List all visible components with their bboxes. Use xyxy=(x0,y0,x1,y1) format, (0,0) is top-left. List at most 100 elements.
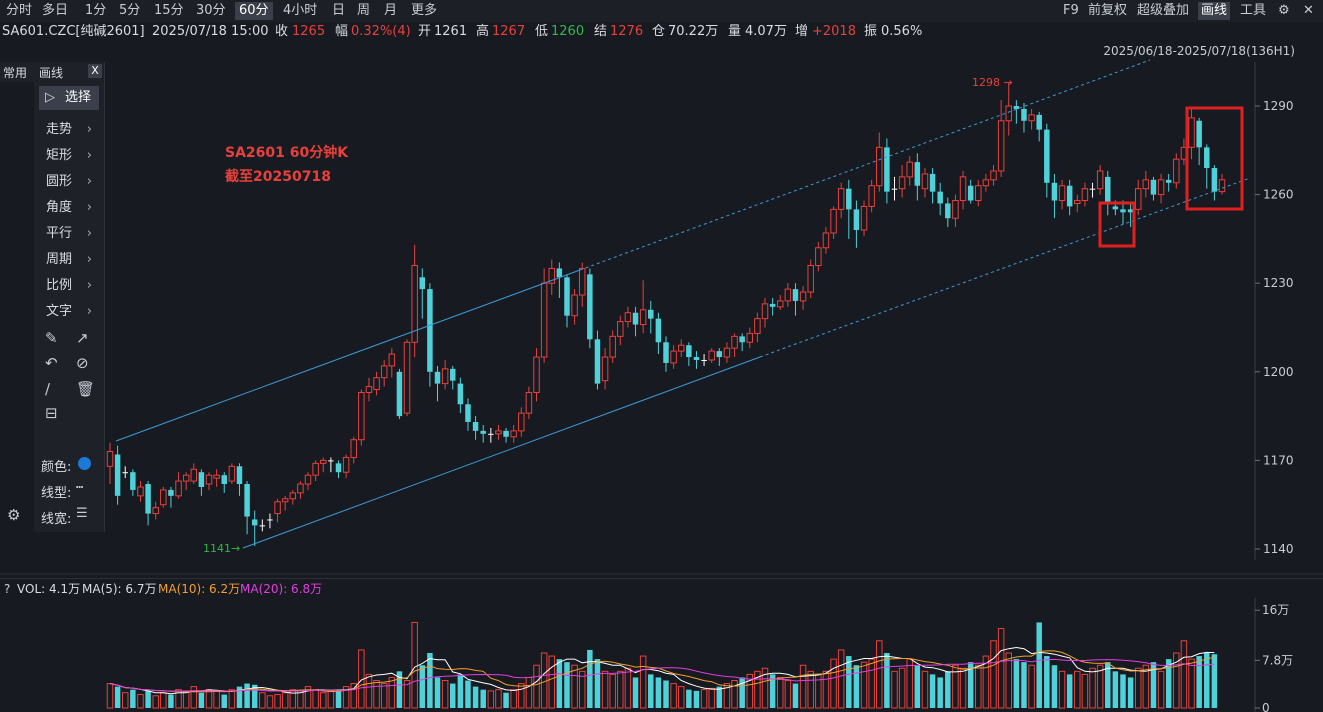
undo-icon[interactable]: ↶ xyxy=(45,354,58,372)
candle-body xyxy=(982,179,990,187)
tool-trend[interactable]: 走势 › xyxy=(46,121,96,139)
volume-bar xyxy=(868,658,875,709)
volume-bar xyxy=(472,686,479,708)
volume-bar xyxy=(380,683,388,709)
channel-lower-line xyxy=(242,356,761,549)
hide-icon[interactable]: ⊘ xyxy=(76,354,89,372)
channel-lower-dashed xyxy=(759,177,1251,358)
volume-bar xyxy=(503,692,509,708)
tab-common[interactable]: 常用 xyxy=(3,64,27,81)
settings-icon[interactable]: ⚙ xyxy=(7,506,20,524)
volume-bar xyxy=(1120,674,1126,708)
candle-body xyxy=(1105,176,1111,204)
volume-bar xyxy=(945,671,951,708)
candle-body xyxy=(670,350,677,364)
price-tick-label: 1230 xyxy=(1263,276,1294,290)
volume-bar xyxy=(937,677,943,708)
tool-parallel[interactable]: 平行 › xyxy=(46,225,96,243)
candle-body xyxy=(182,474,190,482)
candle-body xyxy=(365,386,373,393)
volume-bar xyxy=(130,689,136,708)
tool-ratio[interactable]: 比例 › xyxy=(46,277,96,295)
volume-bar xyxy=(198,692,205,708)
candle-body xyxy=(868,185,875,207)
volume-bar xyxy=(510,689,517,709)
chevron-right-icon: › xyxy=(86,278,92,293)
color-swatch[interactable] xyxy=(78,457,91,470)
candle-body xyxy=(419,277,426,290)
volume-bar xyxy=(518,683,525,709)
brush-icon[interactable]: ∕ xyxy=(45,380,50,398)
candle-body xyxy=(540,282,548,358)
candle-body xyxy=(853,209,860,231)
candle-body xyxy=(244,484,250,517)
candle-body xyxy=(1157,179,1165,196)
candle-body xyxy=(997,120,1005,172)
candle-body xyxy=(624,312,632,323)
volume-bar xyxy=(693,690,700,708)
volume-bar xyxy=(822,670,830,709)
tool-label: 圆形 xyxy=(46,174,73,189)
volume-bar xyxy=(540,652,548,709)
tool-circle[interactable]: 圆形 › xyxy=(46,173,96,191)
candle-body xyxy=(274,501,281,515)
candle-body xyxy=(1081,188,1089,202)
candle-body xyxy=(122,472,128,474)
candle-body xyxy=(175,480,182,497)
help-icon[interactable]: ? xyxy=(4,579,10,599)
candle-body xyxy=(480,430,486,434)
volume-bar xyxy=(587,649,593,708)
pencil-icon[interactable]: ✎ xyxy=(45,329,58,347)
tool-angle[interactable]: 角度 › xyxy=(46,199,96,217)
candle-body xyxy=(822,232,830,249)
tool-label: 比例 xyxy=(46,278,73,293)
trash-icon[interactable]: 🗑 xyxy=(76,380,95,398)
volume-bar xyxy=(121,692,129,709)
tool-text[interactable]: 文字 › xyxy=(46,303,96,321)
tool-rectangle[interactable]: 矩形 › xyxy=(46,147,96,165)
candle-body xyxy=(846,188,852,210)
ma5-label: MA(5): 6.7万 xyxy=(82,582,157,596)
tab-draw[interactable]: 画线 xyxy=(39,64,63,81)
volume-bar xyxy=(975,664,982,709)
lock-icon[interactable]: ⊟ xyxy=(45,404,58,422)
volume-bar xyxy=(1074,670,1081,709)
low-marker-label: 1141→ xyxy=(203,542,240,555)
arrow-icon[interactable]: ↗ xyxy=(76,329,89,347)
price-tick-label: 1170 xyxy=(1263,453,1294,467)
tool-cycle[interactable]: 周期 › xyxy=(46,251,96,269)
price-tick-label: 1200 xyxy=(1263,365,1294,379)
candle-body xyxy=(1173,158,1180,184)
candle-body xyxy=(594,339,601,384)
candle-body xyxy=(221,475,227,485)
volume-bar xyxy=(624,667,632,709)
volume-bar xyxy=(594,659,601,708)
volume-bar xyxy=(700,689,708,709)
select-tool-button[interactable]: ▷ 选择 xyxy=(39,86,99,110)
candle-body xyxy=(441,368,449,385)
volume-bar xyxy=(205,689,213,709)
volume-bar xyxy=(152,695,159,709)
tool-label: 角度 xyxy=(46,200,73,215)
candle-body xyxy=(1005,105,1012,122)
candle-body xyxy=(312,462,319,476)
volume-bar xyxy=(632,677,639,708)
volume-bar xyxy=(853,665,860,708)
line-type-icon[interactable]: ┅ xyxy=(76,480,83,494)
line-width-icon[interactable]: ☰ xyxy=(76,506,88,521)
volume-bar xyxy=(959,667,967,709)
candle-body xyxy=(427,289,433,372)
candle-body xyxy=(472,422,479,431)
volume-bar xyxy=(830,658,837,709)
candle-body xyxy=(952,200,959,219)
chevron-right-icon: › xyxy=(86,122,92,137)
panel-close-button[interactable]: X xyxy=(88,64,102,78)
channel-upper-dashed xyxy=(579,59,1151,271)
candle-body xyxy=(488,433,494,435)
candlestick-chart: 1140 1170 1200 1230 1260 1290 1298 → 1141→ 16万 7.… xyxy=(0,59,1323,712)
tool-label: 走势 xyxy=(46,122,73,137)
volume-bar xyxy=(1196,656,1202,708)
candle-body xyxy=(1051,182,1058,201)
volume-bar xyxy=(799,664,807,709)
candle-body xyxy=(990,170,997,181)
